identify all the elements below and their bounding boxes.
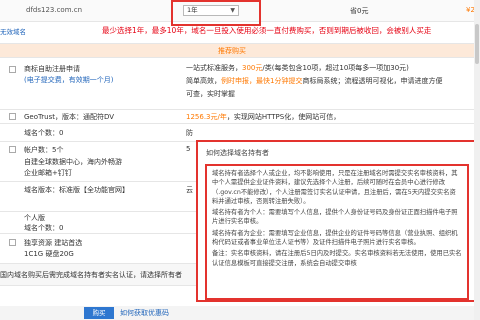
coupon-link[interactable]: 如何获取优惠码 <box>120 308 169 318</box>
row-line-3: 企业邮箱+钉钉 <box>24 169 72 177</box>
row-title: GeoTrust，版本：通配符DV <box>24 113 115 121</box>
buy-button[interactable]: 购买 <box>84 307 114 319</box>
checkbox-icon[interactable] <box>9 239 16 246</box>
popup-paragraph: 备注：实名审核资料，请在注册后5日内及时提交。实名审核资料若无法使用，使用已实名… <box>212 250 462 267</box>
row-desc-2: 简单高效，例时申报，最快1分钟提交商标局系统；流程透明可视化，申请进度方便 <box>186 77 443 85</box>
recommend-bar: 推荐购买 <box>0 44 480 58</box>
checkbox-icon[interactable] <box>9 146 16 153</box>
row-desc-1: 1256.3元/年，实现网站HTTPS化，使网站可信， <box>186 113 341 121</box>
recommend-label: 推荐购买 <box>218 47 246 55</box>
checkbox-icon[interactable] <box>9 113 16 120</box>
saved-amount: 省0元 <box>350 7 369 15</box>
row-desc-1: 5 <box>186 145 191 153</box>
checkbox-icon[interactable] <box>9 66 16 73</box>
step-note: 最少选择1年，最多10年，域名一旦投入使用必须一直付费购买，否则到期后被收回，会… <box>102 26 432 35</box>
row-title: 商标自助注册申请 <box>24 65 80 73</box>
buy-button-label: 购买 <box>92 309 106 317</box>
footer-bar: 购买 如何获取优惠码 <box>0 306 480 320</box>
holder-note: 国内域名购买后需完成域名持有者实名认证，请选择所有者 <box>0 271 182 279</box>
popup-paragraph: 域名持有者为个人：需要填写个人信息，提供个人身份证号码及身份证正面扫描件电子照片… <box>212 209 458 226</box>
privacy-link[interactable]: 无效域名 <box>0 26 26 36</box>
row-desc-3: 可查，实时掌握 <box>186 90 235 98</box>
vertical-scrollbar[interactable] <box>474 0 480 320</box>
holder-help-popup: 如何选择域名持有者 域名持有者选择个人或企业，均不影响使用，只是在注册域名时需提… <box>196 140 480 302</box>
product-row-ssl: GeoTrust，版本：通配符DV 1256.3元/年，实现网站HTTPS化，使… <box>0 110 480 124</box>
row-title: 个人版 <box>24 214 45 222</box>
row-title: 帐户数：5个 <box>24 146 64 154</box>
popup-paragraph: 域名持有者为企业：需要填写企业信息，提供企业的证件号码等信息（营业执照、组织机构… <box>212 229 458 247</box>
row-title: 域名个数：0 <box>24 129 64 137</box>
row-title: 域名版本：标准版【全功能官网】 <box>24 186 129 194</box>
row-desc-1: 防 <box>186 129 193 137</box>
row-subtitle: (电子提交费，有效期一个月) <box>24 76 114 84</box>
row-desc-1: 一站式标准服务，300元/类(每类包含10项，超过10项每多一项加30元) <box>186 64 409 72</box>
row-desc-1: 云 <box>186 186 193 194</box>
popup-content: 域名持有者选择个人或企业，均不影响使用，只是在注册域名时需提交实名审核资料，其中… <box>205 164 469 300</box>
popup-paragraph: 域名持有者选择个人或企业，均不影响使用，只是在注册域名时需提交实名审核资料，其中… <box>212 170 458 205</box>
popup-title: 如何选择域名持有者 <box>206 149 269 157</box>
domain-name: dfds123.com.cn <box>26 6 83 14</box>
row-line-2: 域名个数：0 <box>24 224 64 232</box>
step-note-row: 无效域名 最少选择1年，最多10年，域名一旦投入使用必须一直付费购买，否则到期后… <box>0 22 480 44</box>
row-line-2: 自建全球数据中心，海内外畅游 <box>24 158 122 166</box>
product-row-trademark: 商标自助注册申请 (电子提交费，有效期一个月) 一站式标准服务，300元/类(每… <box>0 58 480 110</box>
row-line-2: 1C1G 硬盘20G <box>24 250 74 258</box>
row-title: 独享资源 建站首选 <box>24 239 83 247</box>
scrollbar-thumb[interactable] <box>475 24 479 64</box>
